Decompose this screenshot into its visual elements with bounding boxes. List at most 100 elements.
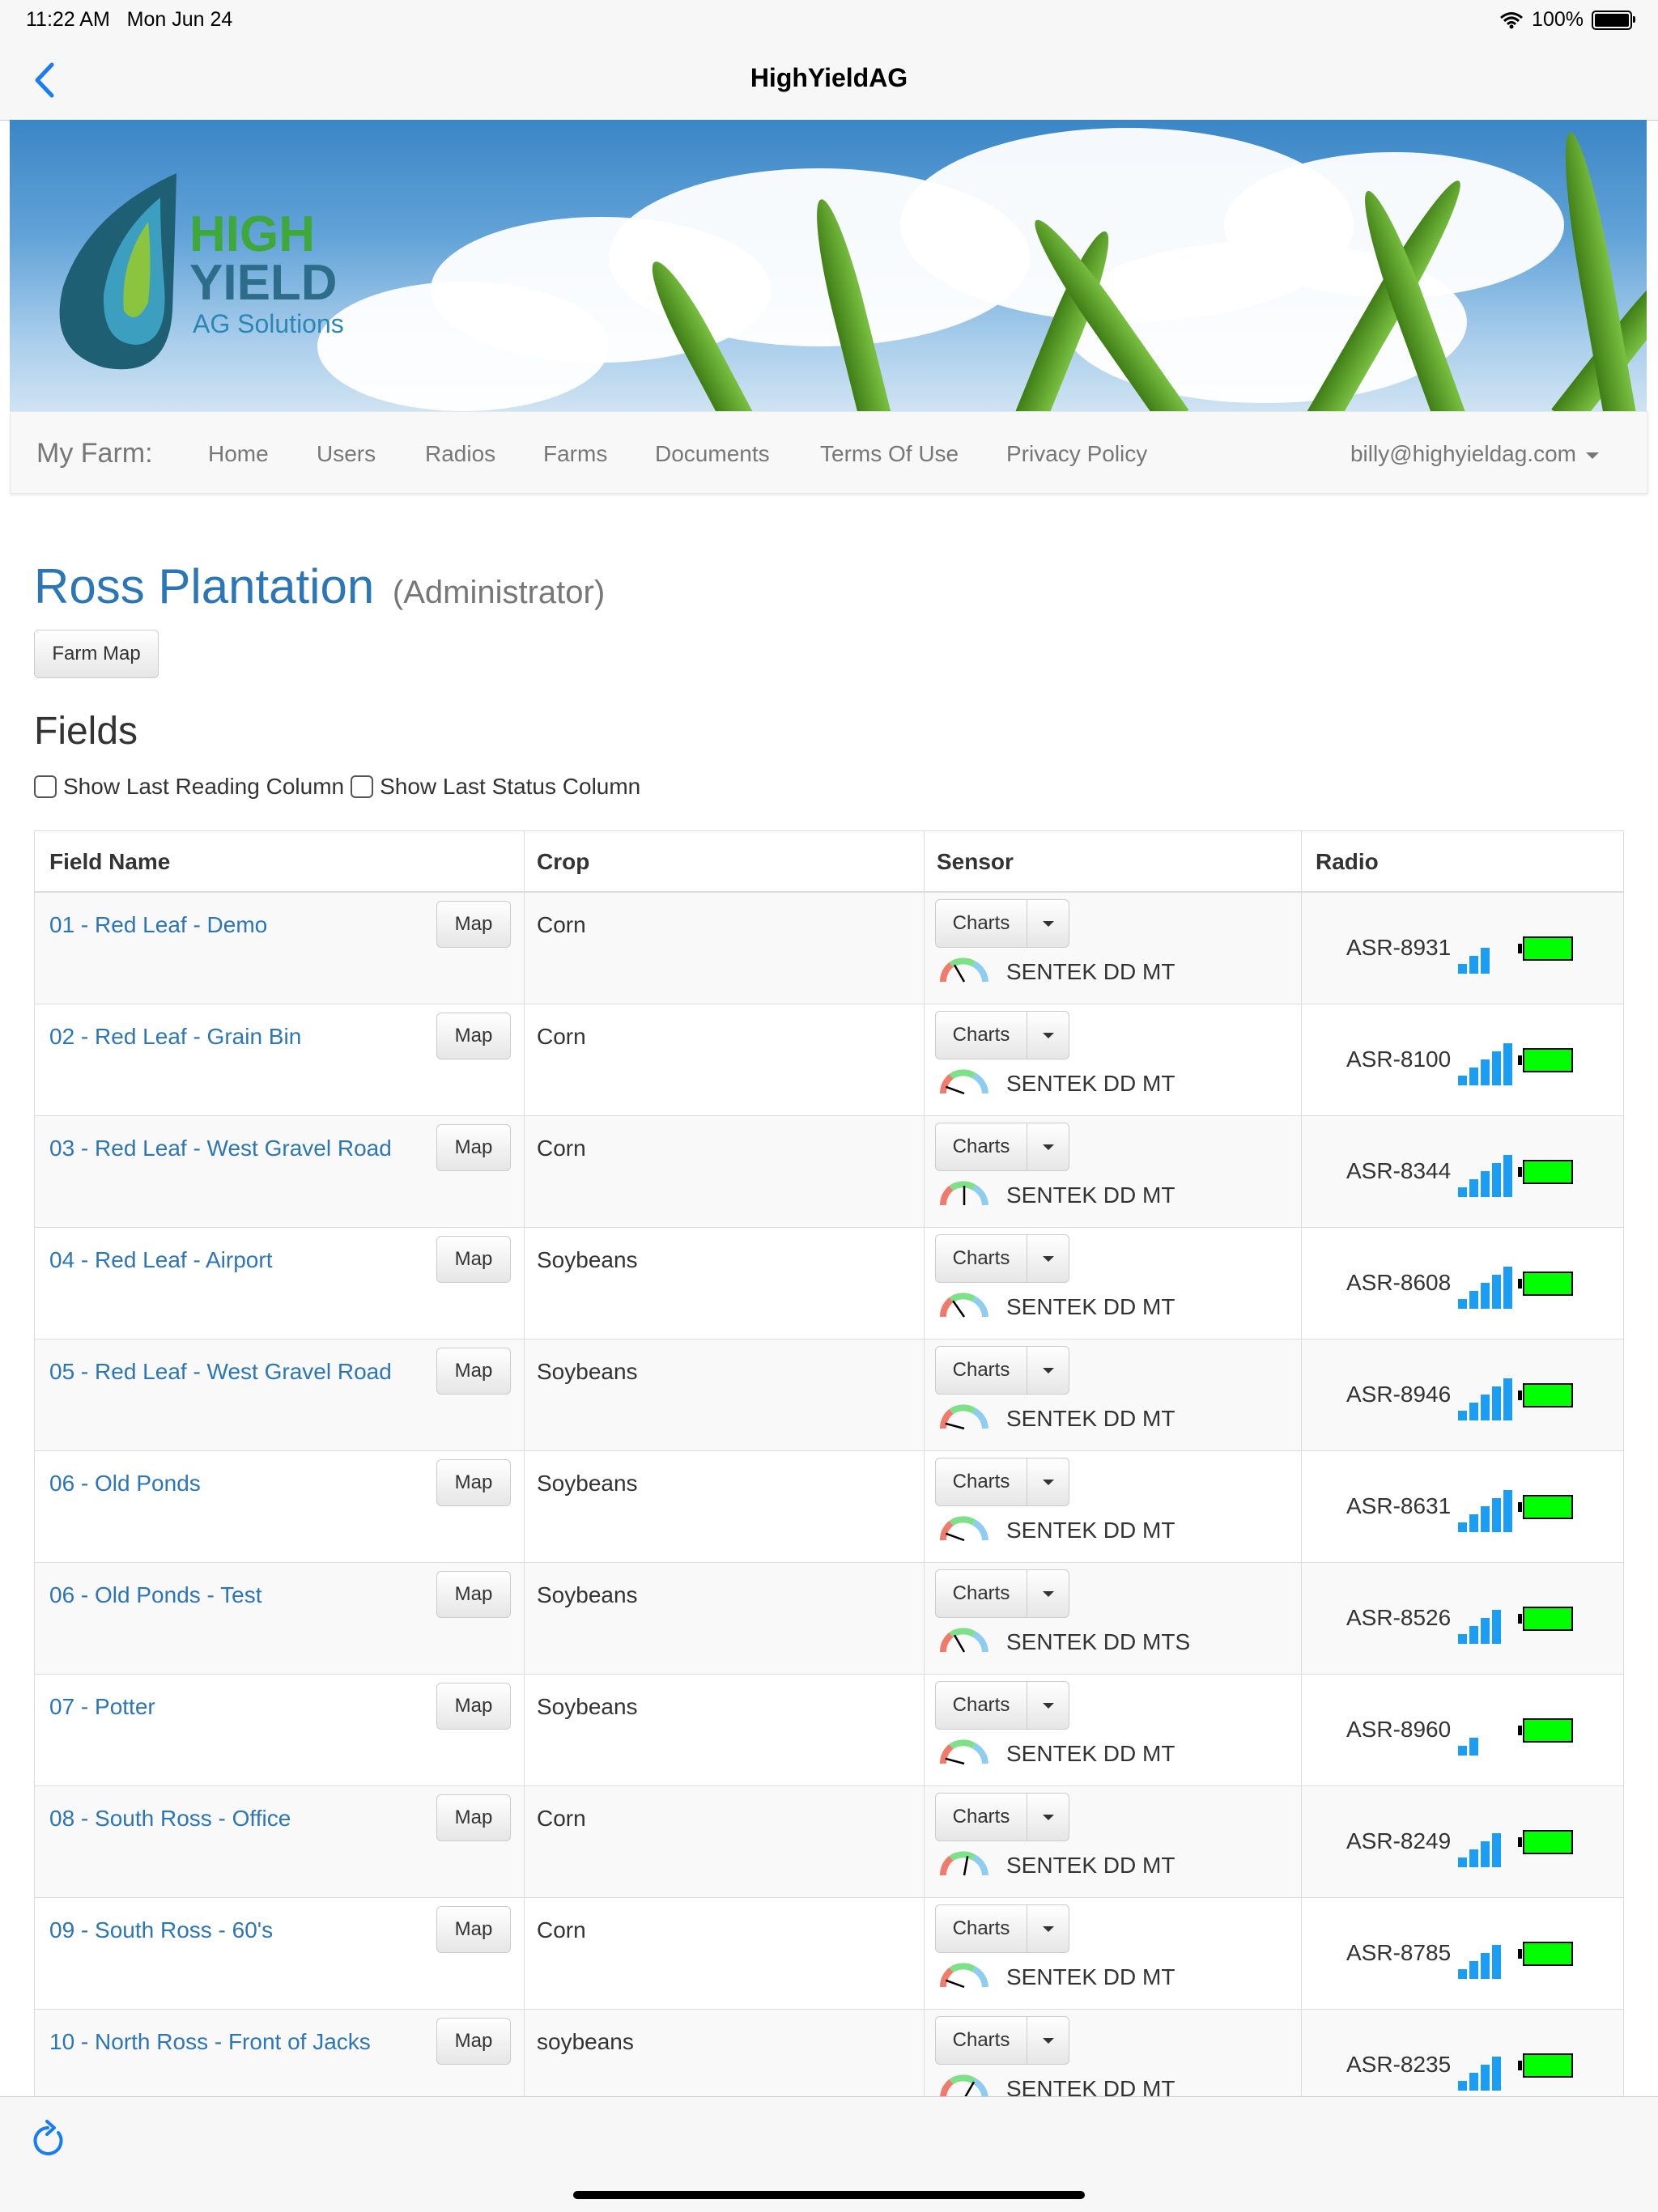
home-indicator bbox=[573, 2191, 1085, 2199]
charts-dropdown-button[interactable] bbox=[1027, 1681, 1069, 1730]
field-map-button[interactable]: Map bbox=[436, 1794, 511, 1841]
charts-dropdown-button[interactable] bbox=[1027, 1234, 1069, 1283]
menu-radios[interactable]: Radios bbox=[425, 441, 495, 467]
farm-heading: Ross Plantation (Administrator) bbox=[34, 558, 605, 614]
charts-button[interactable]: Charts bbox=[935, 1793, 1027, 1841]
charts-dropdown-button[interactable] bbox=[1027, 1458, 1069, 1506]
charts-button[interactable]: Charts bbox=[935, 1681, 1027, 1730]
charts-button[interactable]: Charts bbox=[935, 1569, 1027, 1618]
menu-terms[interactable]: Terms Of Use bbox=[820, 441, 959, 467]
field-map-button[interactable]: Map bbox=[436, 2018, 511, 2065]
caret-down-icon bbox=[1042, 1926, 1054, 1933]
gauge-icon bbox=[940, 957, 988, 983]
show-last-reading-label[interactable]: Show Last Reading Column bbox=[63, 774, 344, 800]
sensor-name: SENTEK DD MT bbox=[1006, 1071, 1175, 1096]
menu-documents[interactable]: Documents bbox=[655, 441, 770, 467]
field-name-link[interactable]: 04 - Red Leaf - Airport bbox=[49, 1247, 272, 1273]
charts-button[interactable]: Charts bbox=[935, 1234, 1027, 1283]
fields-heading: Fields bbox=[34, 710, 138, 753]
field-name-link[interactable]: 02 - Red Leaf - Grain Bin bbox=[49, 1024, 301, 1050]
charts-button[interactable]: Charts bbox=[935, 1011, 1027, 1059]
table-row: 06 - Old Ponds Map Soybeans Charts SENTEK DD… bbox=[35, 1451, 1623, 1563]
caret-down-icon bbox=[1042, 921, 1054, 928]
field-map-button[interactable]: Map bbox=[436, 1571, 511, 1618]
radio-id: ASR-8235 bbox=[1346, 2052, 1452, 2077]
refresh-icon[interactable] bbox=[29, 2120, 66, 2160]
menu-farms[interactable]: Farms bbox=[543, 441, 607, 467]
charts-button[interactable]: Charts bbox=[935, 1904, 1027, 1953]
column-toggles: Show Last Reading Column Show Last Statu… bbox=[34, 774, 640, 800]
field-name-link[interactable]: 01 - Red Leaf - Demo bbox=[49, 912, 267, 938]
charts-button[interactable]: Charts bbox=[935, 1123, 1027, 1171]
gauge-icon bbox=[940, 1739, 988, 1765]
charts-button[interactable]: Charts bbox=[935, 1346, 1027, 1395]
menu-home[interactable]: Home bbox=[208, 441, 269, 467]
caret-down-icon bbox=[1042, 1368, 1054, 1374]
field-name-link[interactable]: 06 - Old Ponds bbox=[49, 1471, 201, 1497]
leaf-logo-icon bbox=[59, 173, 176, 370]
charts-dropdown-button[interactable] bbox=[1027, 1123, 1069, 1171]
show-last-status-checkbox[interactable] bbox=[351, 775, 374, 798]
gauge-icon bbox=[940, 1293, 988, 1318]
field-map-button[interactable]: Map bbox=[436, 1124, 511, 1171]
field-name-link[interactable]: 05 - Red Leaf - West Gravel Road bbox=[49, 1359, 392, 1385]
show-last-reading-checkbox[interactable] bbox=[34, 775, 57, 798]
farm-map-button[interactable]: Farm Map bbox=[34, 630, 159, 678]
field-map-button[interactable]: Map bbox=[436, 1906, 511, 1953]
battery-percent: 100% bbox=[1532, 8, 1584, 31]
table-row: 05 - Red Leaf - West Gravel Road Map Soybe… bbox=[35, 1340, 1623, 1451]
signal-strength-icon bbox=[1458, 2057, 1501, 2091]
user-email: billy@highyieldag.com bbox=[1350, 441, 1576, 466]
bottom-toolbar bbox=[0, 2096, 1658, 2212]
field-map-button[interactable]: Map bbox=[436, 1013, 511, 1059]
field-name-link[interactable]: 10 - North Ross - Front of Jacks bbox=[49, 2029, 371, 2055]
charts-dropdown-button[interactable] bbox=[1027, 2016, 1069, 2065]
field-name-link[interactable]: 09 - South Ross - 60's bbox=[49, 1917, 273, 1943]
battery-icon bbox=[1518, 1495, 1573, 1519]
crop-text: Soybeans bbox=[537, 1359, 638, 1384]
logo-subtitle: AG Solutions bbox=[193, 309, 344, 338]
charts-button[interactable]: Charts bbox=[935, 899, 1027, 948]
field-map-button[interactable]: Map bbox=[436, 1459, 511, 1506]
charts-button-group: Charts bbox=[935, 1346, 1069, 1395]
field-name-link[interactable]: 07 - Potter bbox=[49, 1694, 155, 1720]
signal-strength-icon bbox=[1458, 1267, 1512, 1309]
field-name-link[interactable]: 06 - Old Ponds - Test bbox=[49, 1582, 262, 1608]
charts-dropdown-button[interactable] bbox=[1027, 1793, 1069, 1841]
charts-button[interactable]: Charts bbox=[935, 1458, 1027, 1506]
show-last-status-label[interactable]: Show Last Status Column bbox=[380, 774, 640, 800]
table-row: 03 - Red Leaf - West Gravel Road Map Corn C… bbox=[35, 1116, 1623, 1228]
crop-text: Corn bbox=[537, 1136, 586, 1161]
field-name-link[interactable]: 08 - South Ross - Office bbox=[49, 1806, 291, 1832]
header-crop: Crop bbox=[537, 849, 590, 874]
field-name-link[interactable]: 03 - Red Leaf - West Gravel Road bbox=[49, 1136, 392, 1161]
crop-text: Soybeans bbox=[537, 1694, 638, 1719]
battery-icon bbox=[1518, 1160, 1573, 1184]
user-menu[interactable]: billy@highyieldag.com bbox=[1350, 441, 1599, 467]
signal-strength-icon bbox=[1458, 1155, 1512, 1197]
caret-down-icon bbox=[1042, 1256, 1054, 1263]
menu-privacy[interactable]: Privacy Policy bbox=[1006, 441, 1147, 467]
menu-brand[interactable]: My Farm: bbox=[36, 438, 153, 469]
time-text: 11:22 AM bbox=[26, 8, 110, 31]
charts-button[interactable]: Charts bbox=[935, 2016, 1027, 2065]
field-map-button[interactable]: Map bbox=[436, 1683, 511, 1730]
navigation-bar: HighYieldAG bbox=[0, 39, 1658, 121]
crop-text: Soybeans bbox=[537, 1247, 638, 1272]
menu-users[interactable]: Users bbox=[317, 441, 376, 467]
charts-dropdown-button[interactable] bbox=[1027, 1569, 1069, 1618]
caret-down-icon bbox=[1042, 1144, 1054, 1151]
gauge-icon bbox=[940, 1851, 988, 1876]
field-map-button[interactable]: Map bbox=[436, 1236, 511, 1283]
charts-button-group: Charts bbox=[935, 1234, 1069, 1283]
field-map-button[interactable]: Map bbox=[436, 1348, 511, 1395]
charts-dropdown-button[interactable] bbox=[1027, 1011, 1069, 1059]
charts-dropdown-button[interactable] bbox=[1027, 1904, 1069, 1953]
battery-icon bbox=[1518, 1383, 1573, 1407]
charts-dropdown-button[interactable] bbox=[1027, 899, 1069, 948]
charts-dropdown-button[interactable] bbox=[1027, 1346, 1069, 1395]
field-map-button[interactable]: Map bbox=[436, 901, 511, 948]
charts-button-group: Charts bbox=[935, 899, 1069, 948]
radio-id: ASR-8931 bbox=[1346, 935, 1452, 960]
crop-text: Corn bbox=[537, 1024, 586, 1049]
